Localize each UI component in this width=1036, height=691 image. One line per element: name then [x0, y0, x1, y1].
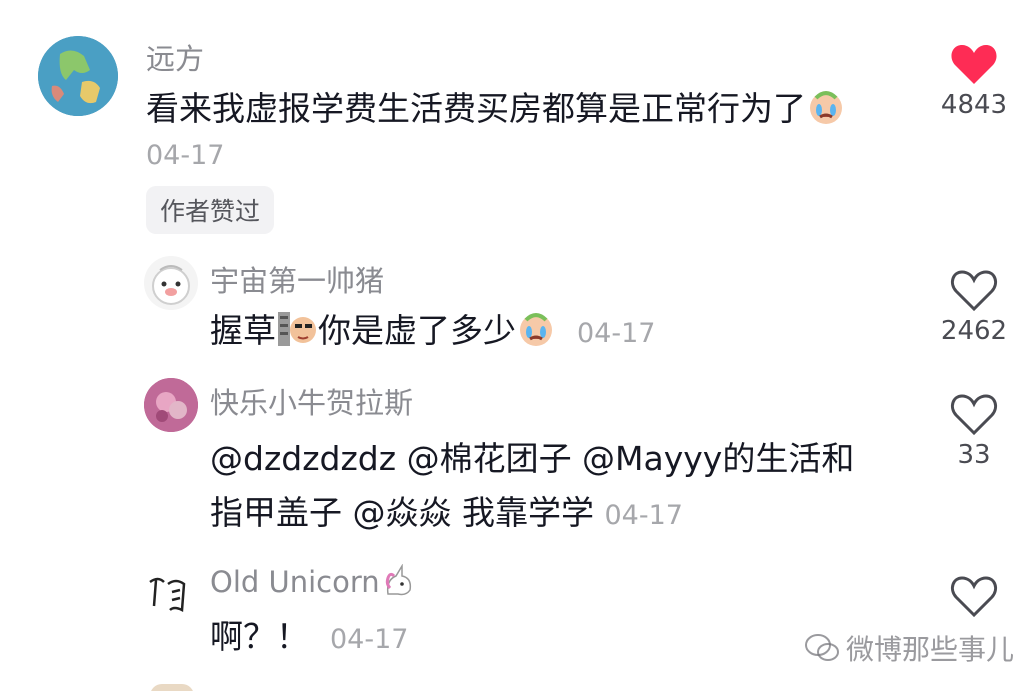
- comment-username[interactable]: 快乐小牛贺拉斯: [210, 380, 413, 422]
- cow-avatar-art: [144, 378, 198, 432]
- sticker-emoji-icon: [276, 308, 318, 360]
- next-comment-avatar-partial: [150, 684, 194, 691]
- like-button[interactable]: 4843: [934, 42, 1014, 120]
- avatar-yuanfang[interactable]: [38, 36, 118, 116]
- globe-avatar-art: [38, 36, 118, 116]
- comment-date: 04-17: [604, 500, 683, 531]
- heart-outline-icon: [950, 394, 998, 436]
- like-count: 4843: [940, 90, 1008, 120]
- heart-outline-icon: [950, 270, 998, 312]
- comment-body: 啊？！: [210, 617, 309, 656]
- username-text: Old Unicorn: [210, 565, 380, 599]
- comment-text: 看来我虚报学费生活费买房都算是正常行为了: [146, 86, 846, 138]
- crying-emoji-icon: [806, 86, 846, 138]
- like-button[interactable]: 2462: [934, 268, 1014, 346]
- comment-username[interactable]: Old Unicorn: [210, 563, 416, 605]
- comment-date: 04-17: [576, 318, 656, 349]
- crying-emoji-icon: [516, 308, 556, 360]
- comment-date: 04-17: [146, 140, 225, 171]
- like-count: 33: [957, 440, 991, 470]
- unicorn-emoji-icon: [380, 563, 416, 605]
- comment-body-part1: 握草: [210, 311, 276, 350]
- comment-body: 看来我虚报学费生活费买房都算是正常行为了: [146, 89, 806, 128]
- heart-outline-icon: [950, 576, 998, 618]
- comment-text-line1: @dzdzdzdz @棉花团子 @Mayyy的生活和: [210, 439, 855, 478]
- author-liked-badge: 作者赞过: [146, 186, 275, 234]
- comment-date: 04-17: [329, 624, 409, 655]
- watermark: 微博那些事儿: [804, 628, 1014, 670]
- comment-username[interactable]: 宇宙第一帅猪: [210, 258, 384, 300]
- comment-text-line2: 指甲盖子 @焱焱 我靠学学 04-17: [210, 490, 683, 539]
- like-button[interactable]: 33: [934, 392, 1014, 470]
- avatar-pig[interactable]: [144, 256, 198, 310]
- wechat-icon: [804, 633, 840, 670]
- heart-filled-icon: [951, 45, 997, 84]
- like-button[interactable]: [934, 574, 1014, 622]
- avatar-cow[interactable]: [144, 378, 198, 432]
- comment-username[interactable]: 远方: [146, 36, 204, 78]
- like-count: 2462: [940, 316, 1008, 346]
- watermark-text: 微博那些事儿: [846, 633, 1015, 666]
- comment-body-part2: 你是虚了多少: [318, 311, 516, 350]
- pig-avatar-art: [152, 265, 190, 305]
- avatar-unicorn[interactable]: [144, 566, 198, 620]
- comment-text: 握草 你是虚了多少 04-17: [210, 308, 655, 360]
- sketch-avatar-art: [149, 577, 186, 612]
- comment-text: 啊？！ 04-17: [210, 614, 408, 663]
- comment-body: 指甲盖子 @焱焱 我靠学学: [210, 493, 594, 532]
